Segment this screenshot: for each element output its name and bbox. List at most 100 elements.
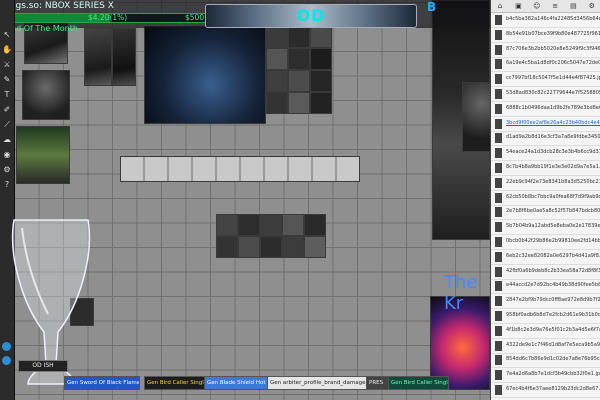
token-image[interactable] bbox=[216, 236, 238, 258]
cloud-icon[interactable]: ☁ bbox=[2, 135, 12, 145]
token-image[interactable] bbox=[238, 214, 260, 236]
macro-button[interactable]: Gen Blade Shield Hot Coilt bbox=[204, 376, 270, 390]
file-row[interactable]: e44accd2e7d92bc4b49b38d90fee5b87.jpg bbox=[491, 279, 600, 295]
file-name: 42fbf0a6b9deb8c2b33ea58a72d8f8f3.jpg bbox=[506, 267, 600, 274]
token-image[interactable] bbox=[238, 236, 260, 258]
book-icon[interactable]: ▤ bbox=[569, 2, 577, 10]
file-name: 4322de9e1c7f46d1d8af7e5eca9b5a9.jpg bbox=[506, 341, 600, 348]
file-row[interactable]: 54eace24a1d3dcb28c3e3b4b6cc9d37.jpg bbox=[491, 146, 600, 162]
token-image[interactable] bbox=[282, 214, 304, 236]
file-row[interactable]: 8b54e91b07bce39f9b80e487725f9618.jpg bbox=[491, 28, 600, 43]
file-name: 67ec4b4f6e37aee8129b23dc2d8e67.jpg bbox=[506, 386, 600, 392]
hand-icon[interactable]: ✋ bbox=[2, 45, 12, 55]
item-strip[interactable] bbox=[120, 156, 360, 182]
file-row[interactable]: cc7997bf18c5047f5e1d44e4f87425.jpg bbox=[491, 72, 600, 88]
token-image[interactable] bbox=[310, 26, 332, 48]
token-image[interactable] bbox=[310, 48, 332, 70]
token-image[interactable] bbox=[310, 70, 332, 92]
macro-button[interactable]: Gen Sword Of Black Flame Gifts bbox=[64, 376, 140, 390]
token-image[interactable] bbox=[266, 92, 288, 114]
banner-text: The Kr bbox=[444, 272, 478, 314]
image-icon[interactable]: ▣ bbox=[514, 2, 522, 10]
text-icon[interactable]: T bbox=[2, 90, 12, 100]
ruler-icon[interactable]: ⟋ bbox=[2, 120, 12, 130]
file-thumbnail bbox=[495, 311, 502, 321]
file-row[interactable]: 6888c1b0496daa1d9b2fe789e3bd8e6d.jpg bbox=[491, 102, 600, 117]
file-row[interactable]: 53d8ad830c82c22779644e7f5258805.jpg bbox=[491, 87, 600, 102]
file-row[interactable]: 4f1b8c2e3d9a76e5f01c2b3a4d5e6f7a.jpg bbox=[491, 324, 600, 339]
token-image[interactable] bbox=[266, 70, 288, 92]
macro-button[interactable]: Gen Bird Caller Single Item bbox=[388, 376, 449, 390]
macro-button[interactable]: Gen arbiter_profile_brand_damage_range_s… bbox=[267, 376, 371, 390]
brush-icon[interactable]: ✐ bbox=[2, 105, 12, 115]
token-image[interactable] bbox=[22, 70, 70, 120]
token-image[interactable] bbox=[260, 236, 282, 258]
token-image[interactable] bbox=[304, 214, 326, 236]
file-row[interactable]: 22eb9c94f2e73e8341b8a3d5250bc21c.jpg bbox=[491, 176, 600, 191]
file-row[interactable]: 6eb2c32ee82082a0e6297b4d41a9f8.jpg bbox=[491, 250, 600, 265]
file-row[interactable]: 3bcd9f00ee2af8e26a4c23b40bdc4e48.jpg bbox=[491, 117, 600, 132]
token-image[interactable] bbox=[266, 26, 288, 48]
scene-image[interactable] bbox=[144, 26, 266, 124]
file-panel: ⌂ ▣ ☺ ≡ ▤ ⚙ b4c5ba382a146c4fa22485d3456b… bbox=[490, 0, 600, 400]
gear-icon[interactable]: ⚙ bbox=[588, 2, 596, 10]
file-row[interactable]: 67ec4b4f6e37aee8129b23dc2d8e67.jpg bbox=[491, 383, 600, 398]
file-row[interactable]: 4322de9e1c7f46d1d8af7e5eca9b5a9.jpg bbox=[491, 339, 600, 354]
token-image[interactable] bbox=[282, 236, 304, 258]
file-thumbnail bbox=[495, 29, 502, 40]
file-toolbar: ⌂ ▣ ☺ ≡ ▤ ⚙ bbox=[491, 0, 600, 13]
file-row[interactable]: 6a19e4c5ba1d8df0c206c5047e72de08.jpg bbox=[491, 57, 600, 73]
file-thumbnail bbox=[495, 296, 502, 307]
od-button[interactable]: OD ISH bbox=[18, 360, 68, 372]
home-icon[interactable]: ⌂ bbox=[496, 2, 504, 10]
file-name: d1ad9a2b8d16e3cf3a7a8e9fdbe3450.jpg bbox=[506, 134, 600, 141]
file-row[interactable]: 958bf0adb6b8d7e2fcb2d61e9b31b0d.jpg bbox=[491, 309, 600, 324]
file-row[interactable]: 2e7b8f6be0ae5a8c52f57b847bdcb80.jpg bbox=[491, 205, 600, 221]
pencil-icon[interactable]: ✎ bbox=[2, 75, 12, 85]
file-name: 958bf0adb6b8d7e2fcb2d61e9b31b0d.jpg bbox=[506, 312, 600, 318]
file-row[interactable]: 7e4a2d6a8b7e1dcf3b49cbb32f0e1.jpg bbox=[491, 368, 600, 384]
token-image[interactable] bbox=[216, 214, 238, 236]
file-row[interactable]: 0bcb0b42f29b86e2b99810ee2fd14bb5.jpg bbox=[491, 235, 600, 250]
file-row[interactable]: 2847e2bf9b79dcc0ff8ae972e8d9b7f2.jpg bbox=[491, 294, 600, 310]
token-image[interactable] bbox=[288, 92, 310, 114]
token-image[interactable] bbox=[288, 26, 310, 48]
file-row[interactable]: 8c7b4b8a9bb19f1e3e3e02d9a7e5a1.jpg bbox=[491, 161, 600, 176]
file-name: cc7997bf18c5047f5e1d44e4f87425.jpg bbox=[506, 75, 600, 82]
help-icon[interactable]: ? bbox=[2, 180, 12, 190]
list-icon[interactable]: ≡ bbox=[551, 2, 559, 10]
file-row[interactable]: 62cb50b8bc7bbc9a0fea68f7d9f9ab9d.jpg bbox=[491, 191, 600, 206]
file-row[interactable]: 854dd6c7b86e9d1c02de7a8e76b95cc.jpg bbox=[491, 353, 600, 369]
file-thumbnail bbox=[495, 192, 502, 203]
token-image[interactable] bbox=[266, 48, 288, 70]
file-name: b4c5ba382a146c4fa22485d3456b64c4.jpg bbox=[506, 16, 600, 22]
file-name: 854dd6c7b86e9d1c02de7a8e76b95cc.jpg bbox=[506, 356, 600, 363]
file-thumbnail bbox=[495, 237, 502, 247]
file-row[interactable]: 42fbf0a6b9deb8c2b33ea58a72d8f8f3.jpg bbox=[491, 265, 600, 280]
token-image[interactable] bbox=[84, 28, 112, 86]
file-row[interactable]: d1ad9a2b8d16e3cf3a7a8e9fdbe3450.jpg bbox=[491, 131, 600, 147]
macro-bar: Gen Sword Of Black Flame Gifts Gen Bird C… bbox=[14, 376, 449, 390]
token-image[interactable] bbox=[112, 28, 136, 86]
file-row[interactable]: 5b7b04b9a12abd5e8eba0e2e17839e6e.jpg bbox=[491, 220, 600, 236]
file-name: 22eb9c94f2e73e8341b8a3d5250bc21c.jpg bbox=[506, 178, 600, 185]
token-image[interactable] bbox=[304, 236, 326, 258]
file-thumbnail bbox=[495, 266, 502, 277]
macro-button[interactable]: Gen Bird Caller Single Item bbox=[144, 376, 205, 390]
price-label: $4.20(1%) bbox=[88, 13, 128, 22]
token-image[interactable] bbox=[310, 92, 332, 114]
eye-icon[interactable]: ◉ bbox=[2, 150, 12, 160]
file-thumbnail bbox=[495, 251, 502, 262]
token-image[interactable] bbox=[288, 48, 310, 70]
file-name: e44accd2e7d92bc4b49b38d90fee5b87.jpg bbox=[506, 282, 600, 289]
file-row[interactable]: 87c706e3b2bb5020e8e5249f9c3f9467.jpg bbox=[491, 43, 600, 58]
file-row[interactable]: b4c5ba382a146c4fa22485d3456b64c4.jpg bbox=[491, 13, 600, 28]
token-image[interactable] bbox=[16, 126, 70, 184]
gear-icon[interactable]: ⚙ bbox=[2, 165, 12, 175]
token-image[interactable] bbox=[260, 214, 282, 236]
person-icon[interactable]: ☺ bbox=[533, 2, 541, 10]
token-image[interactable] bbox=[288, 70, 310, 92]
macro-button[interactable]: PRES bbox=[366, 376, 390, 390]
cursor-icon[interactable]: ↖ bbox=[2, 30, 12, 40]
sword-icon[interactable]: ⚔ bbox=[2, 60, 12, 70]
